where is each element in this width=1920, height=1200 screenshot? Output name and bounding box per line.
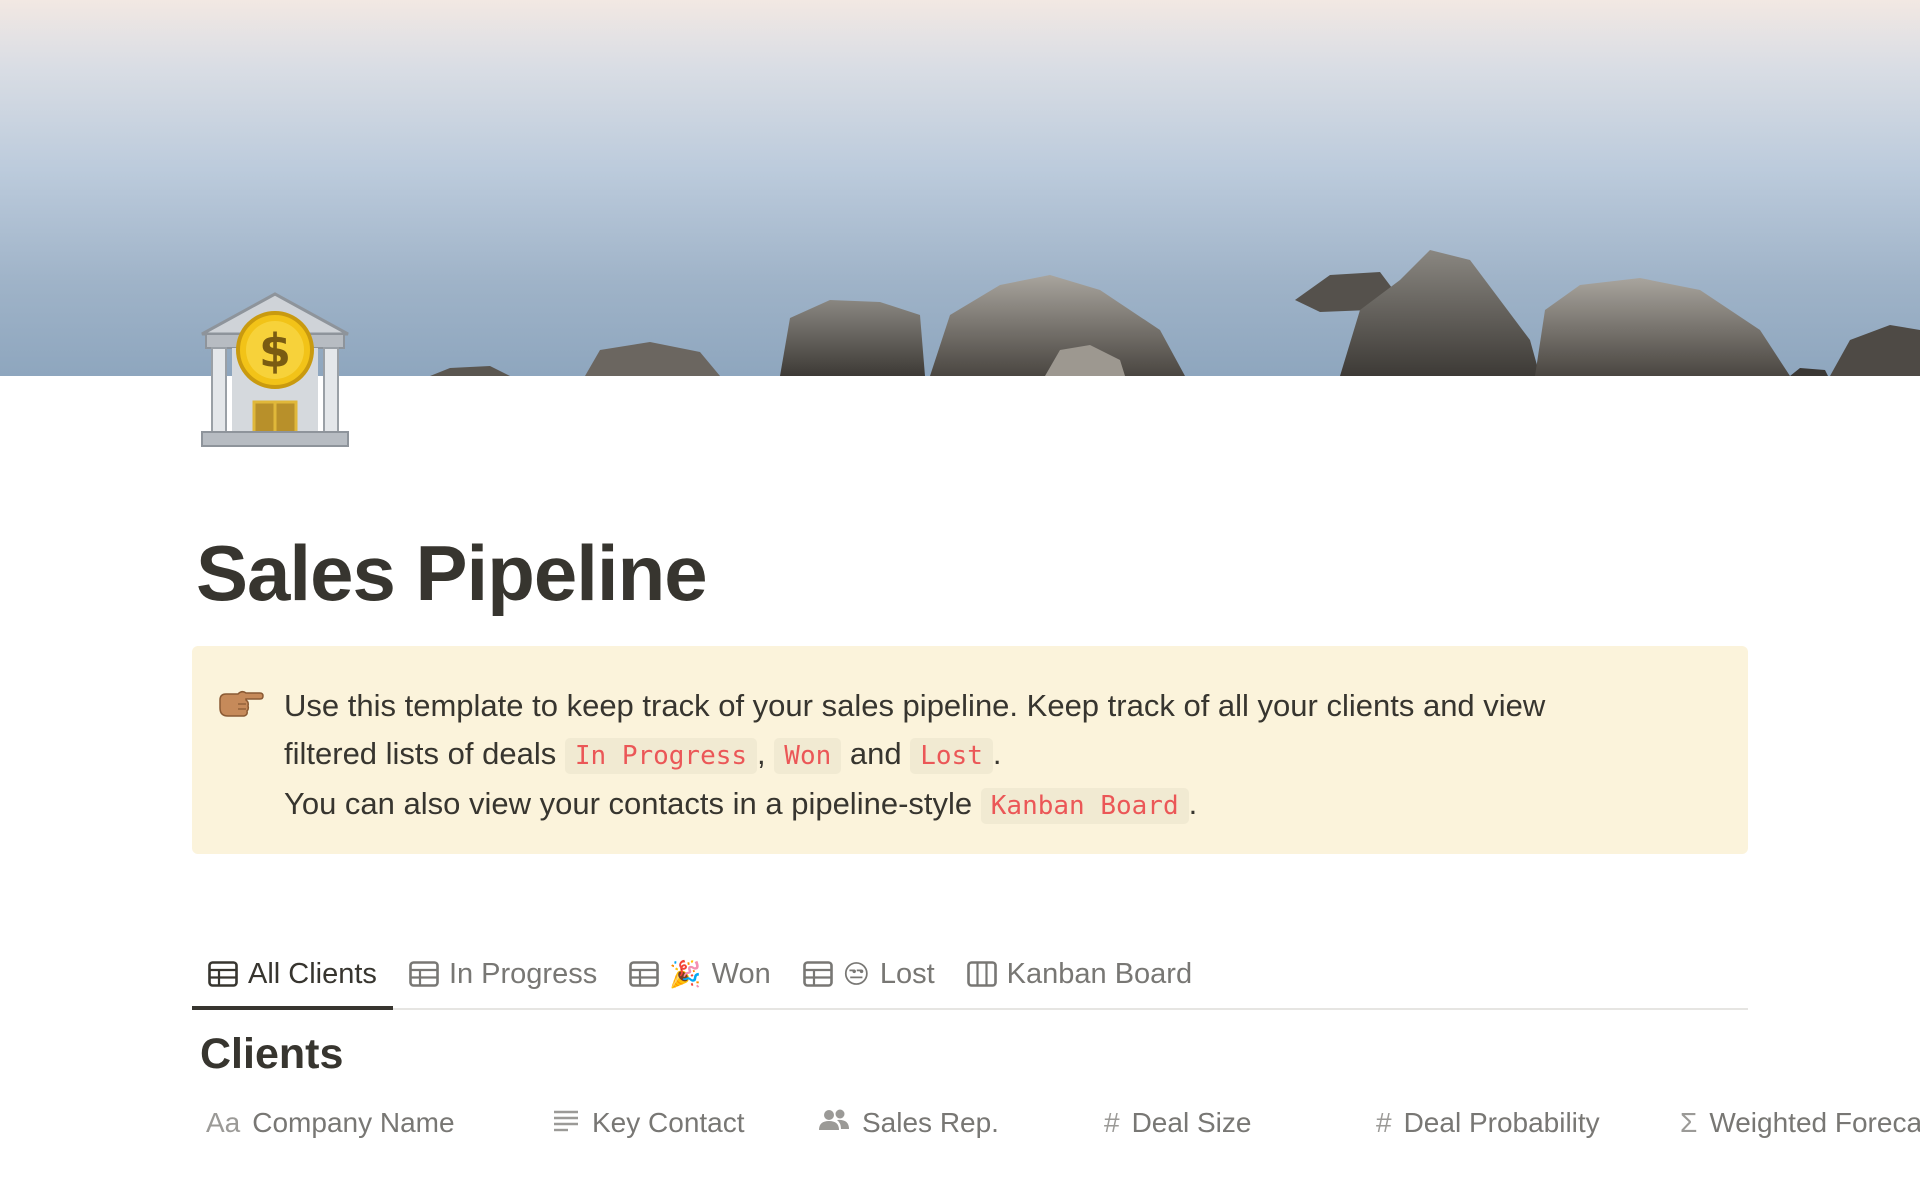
callout[interactable]: Use this template to keep track of your … [192, 646, 1748, 854]
column-header-weighted-forecast[interactable]: Σ Weighted Forecast [1680, 1098, 1920, 1148]
callout-line-3-prefix: You can also view your contacts in a pip… [284, 786, 973, 821]
board-icon [966, 961, 997, 987]
tab-label: In Progress [448, 957, 598, 990]
column-label: Weighted Forecast [1709, 1107, 1920, 1138]
number-icon: # [1376, 1107, 1392, 1138]
table-icon [629, 961, 660, 987]
column-header-deal-size[interactable]: # Deal Size [1104, 1098, 1251, 1148]
number-icon: # [1104, 1107, 1120, 1138]
tab-label: Won [711, 957, 771, 990]
column-header-deal-probability[interactable]: # Deal Probability [1376, 1098, 1600, 1148]
title-icon: Aa [206, 1107, 241, 1138]
callout-line-3: You can also view your contacts in a pip… [284, 780, 1724, 830]
column-label: Sales Rep. [862, 1107, 999, 1138]
column-header-company-name[interactable]: Aa Company Name [206, 1098, 455, 1148]
callout-line-1: Use this template to keep track of your … [284, 688, 1546, 723]
svg-text:$: $ [259, 324, 291, 378]
column-label: Key Contact [592, 1107, 745, 1138]
table-header: Aa Company Name Key Contact Sales Rep. #… [200, 1098, 1920, 1148]
person-icon [818, 1107, 850, 1139]
database-title[interactable]: Clients [200, 1030, 343, 1079]
page-title[interactable]: Sales Pipeline [196, 528, 708, 619]
code-kanban-board: Kanban Board [980, 788, 1189, 824]
table-icon [802, 961, 833, 987]
tab-won[interactable]: 🎉 Won [613, 940, 786, 1008]
code-won: Won [774, 738, 842, 774]
code-lost: Lost [910, 738, 993, 774]
column-label: Deal Size [1131, 1107, 1252, 1138]
period: . [1188, 786, 1198, 821]
column-label: Deal Probability [1403, 1107, 1600, 1138]
callout-line-2-prefix: filtered lists of deals [284, 736, 557, 771]
tab-all-clients[interactable]: All Clients [192, 940, 393, 1010]
tab-kanban-board[interactable]: Kanban Board [951, 940, 1208, 1008]
party-popper-icon: 🎉 [669, 958, 702, 989]
tab-label: All Clients [248, 957, 377, 990]
text-icon [552, 1107, 580, 1139]
pointing-hand-icon[interactable] [216, 686, 264, 722]
table-icon [208, 961, 238, 987]
table-icon [409, 961, 439, 987]
code-in-progress: In Progress [564, 738, 758, 774]
tab-label: Lost [879, 957, 935, 990]
column-label: Company Name [252, 1107, 455, 1138]
tab-lost[interactable]: 😒 Lost [787, 940, 951, 1008]
comma: , [757, 736, 766, 771]
period: . [992, 736, 1002, 771]
column-header-key-contact[interactable]: Key Contact [552, 1098, 745, 1148]
column-header-sales-rep[interactable]: Sales Rep. [818, 1098, 999, 1148]
and-word: and [849, 736, 902, 771]
callout-line-2: filtered lists of deals In Progress, Won… [284, 730, 1724, 780]
callout-text: Use this template to keep track of your … [284, 682, 1724, 830]
formula-icon: Σ [1680, 1107, 1698, 1138]
unamused-face-icon: 😒 [842, 958, 870, 989]
bank-icon[interactable]: $ [196, 290, 354, 450]
tab-label: Kanban Board [1006, 957, 1193, 990]
view-tabs: All Clients In Progress 🎉 Won 😒 Lost Kan… [192, 940, 1748, 1010]
tab-in-progress[interactable]: In Progress [393, 940, 613, 1008]
